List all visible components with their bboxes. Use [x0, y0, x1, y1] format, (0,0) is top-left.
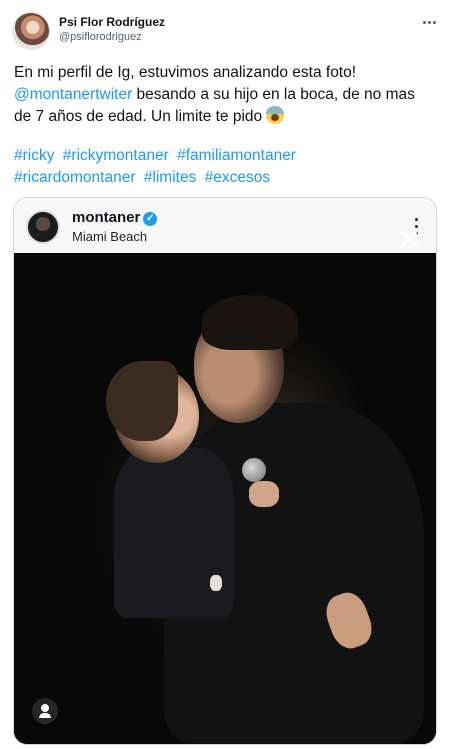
tweet-text: En mi perfil de Ig, estuvimos analizando…: [14, 62, 434, 128]
instagram-avatar: [26, 210, 60, 244]
instagram-location: Miami Beach: [72, 229, 148, 244]
tweet-text-line2: @montanertwiter besando a su hijo en la …: [14, 84, 434, 128]
child-shoe: [210, 575, 222, 591]
author-display-name[interactable]: Psi Flor Rodríguez: [59, 14, 165, 30]
child-hair: [106, 361, 178, 441]
child-figure: [114, 448, 234, 618]
hashtag-link[interactable]: #ricky: [14, 147, 54, 164]
screaming-face-emoji-icon: [266, 106, 285, 124]
author-avatar[interactable]: [12, 12, 50, 50]
tweet-text-line1: En mi perfil de Ig, estuvimos analizando…: [14, 64, 357, 81]
mention-link[interactable]: @montanertwiter: [14, 86, 132, 103]
instagram-account-name: montaner ✓: [72, 209, 158, 227]
hashtag-link[interactable]: #limites: [144, 169, 197, 186]
instagram-post-header: montaner ✓ Miami Beach: [14, 198, 436, 253]
hashtags: #ricky #rickymontaner #familiamontaner #…: [14, 145, 434, 189]
tweet-header: Psi Flor Rodríguez @psiflorodriguez: [12, 12, 439, 52]
more-options-icon[interactable]: [421, 16, 437, 28]
post-photo: [14, 253, 436, 744]
hashtag-link[interactable]: #familiamontaner: [177, 147, 296, 164]
close-icon: [400, 230, 418, 248]
author-handle[interactable]: @psiflorodriguez: [59, 30, 165, 45]
hashtag-link[interactable]: #ricardomontaner: [14, 169, 135, 186]
microphone: [242, 458, 266, 482]
adult-hair: [202, 295, 298, 350]
tweet: Psi Flor Rodríguez @psiflorodriguez En m…: [0, 0, 451, 749]
embedded-instagram-screenshot[interactable]: montaner ✓ Miami Beach: [13, 197, 437, 745]
author-info[interactable]: Psi Flor Rodríguez @psiflorodriguez: [59, 14, 165, 45]
hashtag-link[interactable]: #excesos: [205, 169, 270, 186]
instagram-account-label: montaner: [72, 209, 141, 226]
verified-badge-icon: ✓: [143, 212, 158, 226]
user-tag-icon: [32, 698, 58, 724]
child-hand: [249, 481, 279, 507]
hashtag-link[interactable]: #rickymontaner: [63, 147, 169, 164]
